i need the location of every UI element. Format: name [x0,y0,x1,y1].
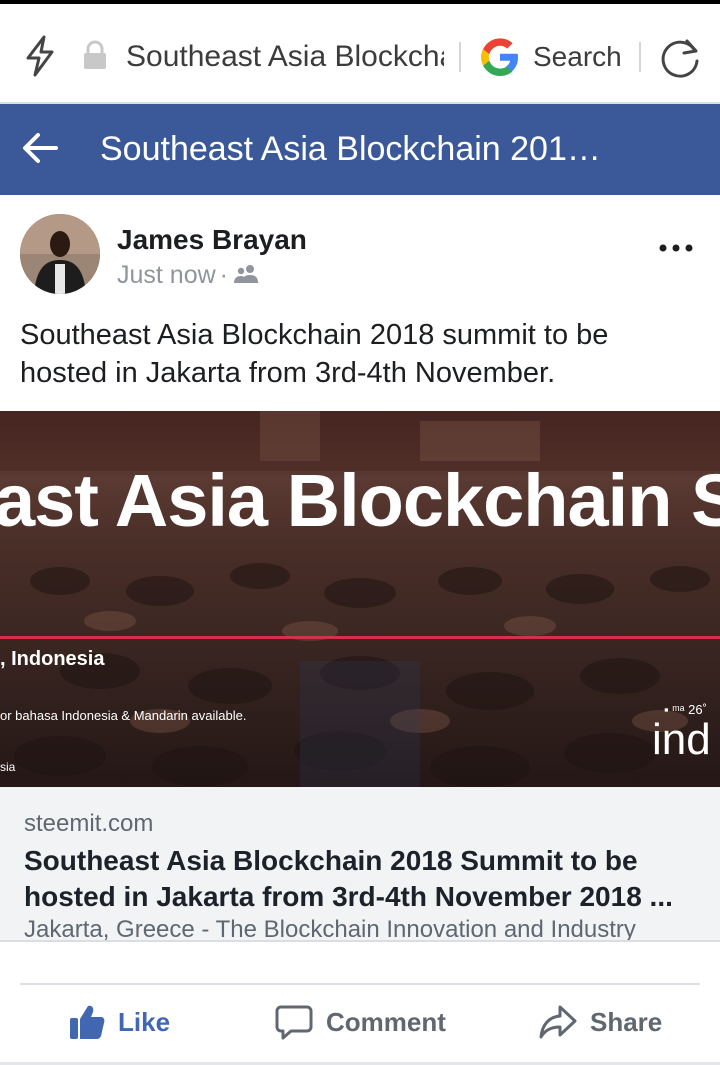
browser-toolbar: Southeast Asia Blockchain 2018 summit to… [0,0,720,104]
comment-bubble-icon [275,1005,313,1040]
google-logo-icon[interactable] [478,35,522,79]
thumbs-up-icon [70,1005,105,1039]
avatar[interactable] [20,214,100,294]
link-title[interactable]: Southeast Asia Blockchain 2018 Summit to… [24,843,700,915]
search-button-label[interactable]: Search [533,36,622,78]
link-domain: steemit.com [24,810,154,837]
more-options-icon[interactable] [656,236,696,260]
post-author[interactable]: James Brayan [117,222,307,258]
like-button[interactable]: Like [68,996,170,1048]
toolbar-divider [459,42,461,72]
app-header: Southeast Asia Blockchain 201… [0,104,720,195]
reload-icon[interactable] [657,35,703,81]
share-button[interactable]: Share [538,996,662,1048]
image-language-note: or bahasa Indonesia & Mandarin available… [0,708,247,723]
image-logo: ind [652,715,711,764]
link-preview-image[interactable]: ast Asia Blockchain Su , Indonesia or ba… [0,411,720,787]
friends-icon[interactable] [232,263,260,285]
link-description: Jakarta, Greece - The Blockchain Innovat… [24,916,636,942]
lightning-bolt-icon[interactable] [22,34,58,78]
post-timestamp[interactable]: Just now [117,261,216,289]
image-headline: ast Asia Blockchain Su [0,459,720,542]
page-title: Southeast Asia Blockchain 201… [100,130,601,168]
comment-button[interactable]: Comment [274,996,446,1048]
back-arrow-icon[interactable] [20,128,60,168]
toolbar-divider [639,42,641,72]
share-arrow-icon [539,1005,577,1039]
link-preview-card[interactable]: steemit.com Southeast Asia Blockchain 20… [0,787,720,942]
lock-icon [84,40,106,69]
comment-label: Comment [326,1006,446,1037]
address-bar[interactable]: Southeast Asia Blockchain 2018 summit to… [126,36,444,78]
like-label: Like [118,1006,171,1037]
image-footer-text: sia [0,760,16,774]
image-location: , Indonesia [0,648,105,670]
share-label: Share [590,1006,663,1037]
image-accent-line [0,636,720,639]
action-divider [20,983,700,985]
post-text: Southeast Asia Blockchain 2018 summit to… [20,319,609,389]
meta-separator: · [219,261,228,289]
post-meta: Just now · [117,258,260,292]
